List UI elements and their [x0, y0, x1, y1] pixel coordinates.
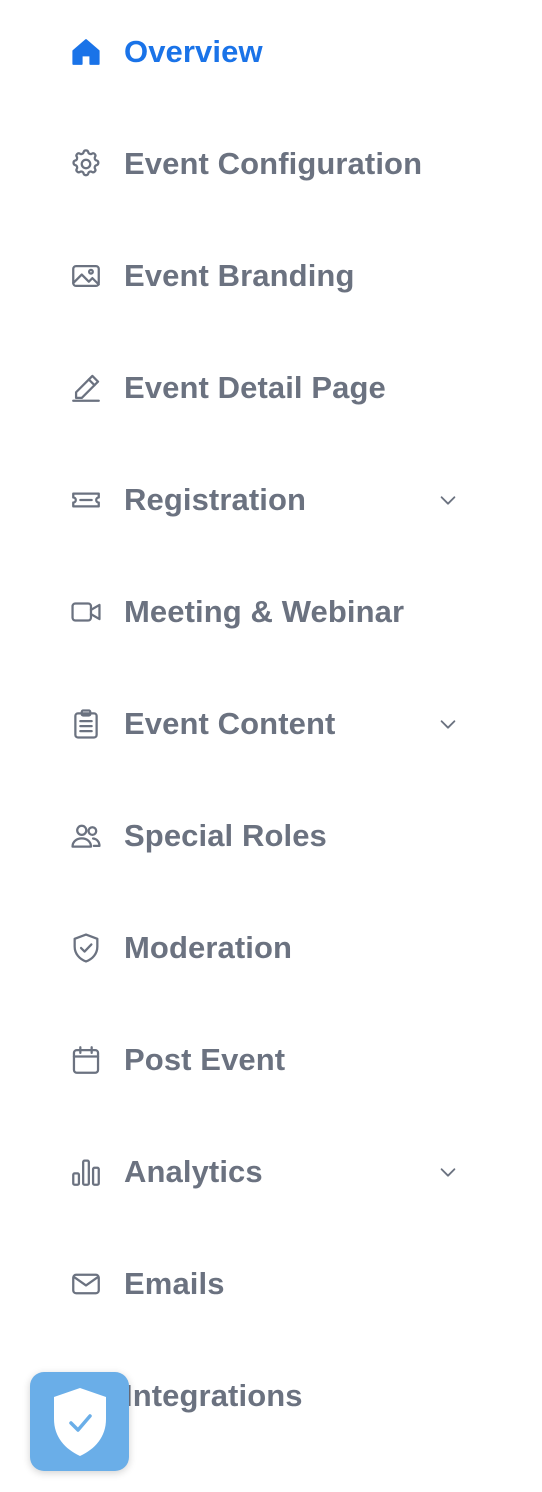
chevron-down-icon[interactable] [436, 488, 460, 512]
shield-check-icon [53, 1387, 106, 1456]
mail-icon [68, 1266, 104, 1302]
clipboard-icon [68, 706, 104, 742]
sidebar-item-special-roles[interactable]: Special Roles [0, 780, 542, 892]
video-camera-icon [68, 594, 104, 630]
sidebar-item-label: Overview [124, 34, 263, 69]
sidebar-item-label: Meeting & Webinar [124, 594, 405, 629]
sidebar-item-label: Integrations [124, 1378, 303, 1413]
sidebar-item-label: Event Detail Page [124, 370, 386, 405]
sidebar-item-registration[interactable]: Registration [0, 444, 542, 556]
gear-icon [68, 146, 104, 182]
sidebar-item-label: Special Roles [124, 818, 327, 853]
sidebar-item-post-event[interactable]: Post Event [0, 1004, 542, 1116]
sidebar-item-event-content[interactable]: Event Content [0, 668, 542, 780]
sidebar-item-label: Registration [124, 482, 307, 517]
sidebar-item-emails[interactable]: Emails [0, 1228, 542, 1340]
image-icon [68, 258, 104, 294]
sidebar-item-label: Event Branding [124, 258, 355, 293]
sidebar-item-label: Analytics [124, 1154, 263, 1189]
sidebar-item-event-configuration[interactable]: Event Configuration [0, 108, 542, 220]
ticket-icon [68, 482, 104, 518]
security-badge-button[interactable] [30, 1372, 129, 1471]
sidebar-item-label: Event Content [124, 706, 336, 741]
chevron-down-icon[interactable] [436, 712, 460, 736]
sidebar-item-event-detail-page[interactable]: Event Detail Page [0, 332, 542, 444]
sidebar-item-moderation[interactable]: Moderation [0, 892, 542, 1004]
sidebar-item-label: Post Event [124, 1042, 286, 1077]
chevron-down-icon[interactable] [436, 1160, 460, 1184]
shield-check-icon [68, 930, 104, 966]
bar-chart-icon [68, 1154, 104, 1190]
pencil-icon [68, 370, 104, 406]
sidebar-item-meeting-webinar[interactable]: Meeting & Webinar [0, 556, 542, 668]
sidebar-item-label: Emails [124, 1266, 225, 1301]
sidebar-item-analytics[interactable]: Analytics [0, 1116, 542, 1228]
home-icon [68, 34, 104, 70]
sidebar-item-overview[interactable]: Overview [0, 0, 542, 108]
calendar-icon [68, 1042, 104, 1078]
users-icon [68, 818, 104, 854]
sidebar-item-label: Event Configuration [124, 146, 423, 181]
sidebar-item-label: Moderation [124, 930, 293, 965]
sidebar-item-event-branding[interactable]: Event Branding [0, 220, 542, 332]
